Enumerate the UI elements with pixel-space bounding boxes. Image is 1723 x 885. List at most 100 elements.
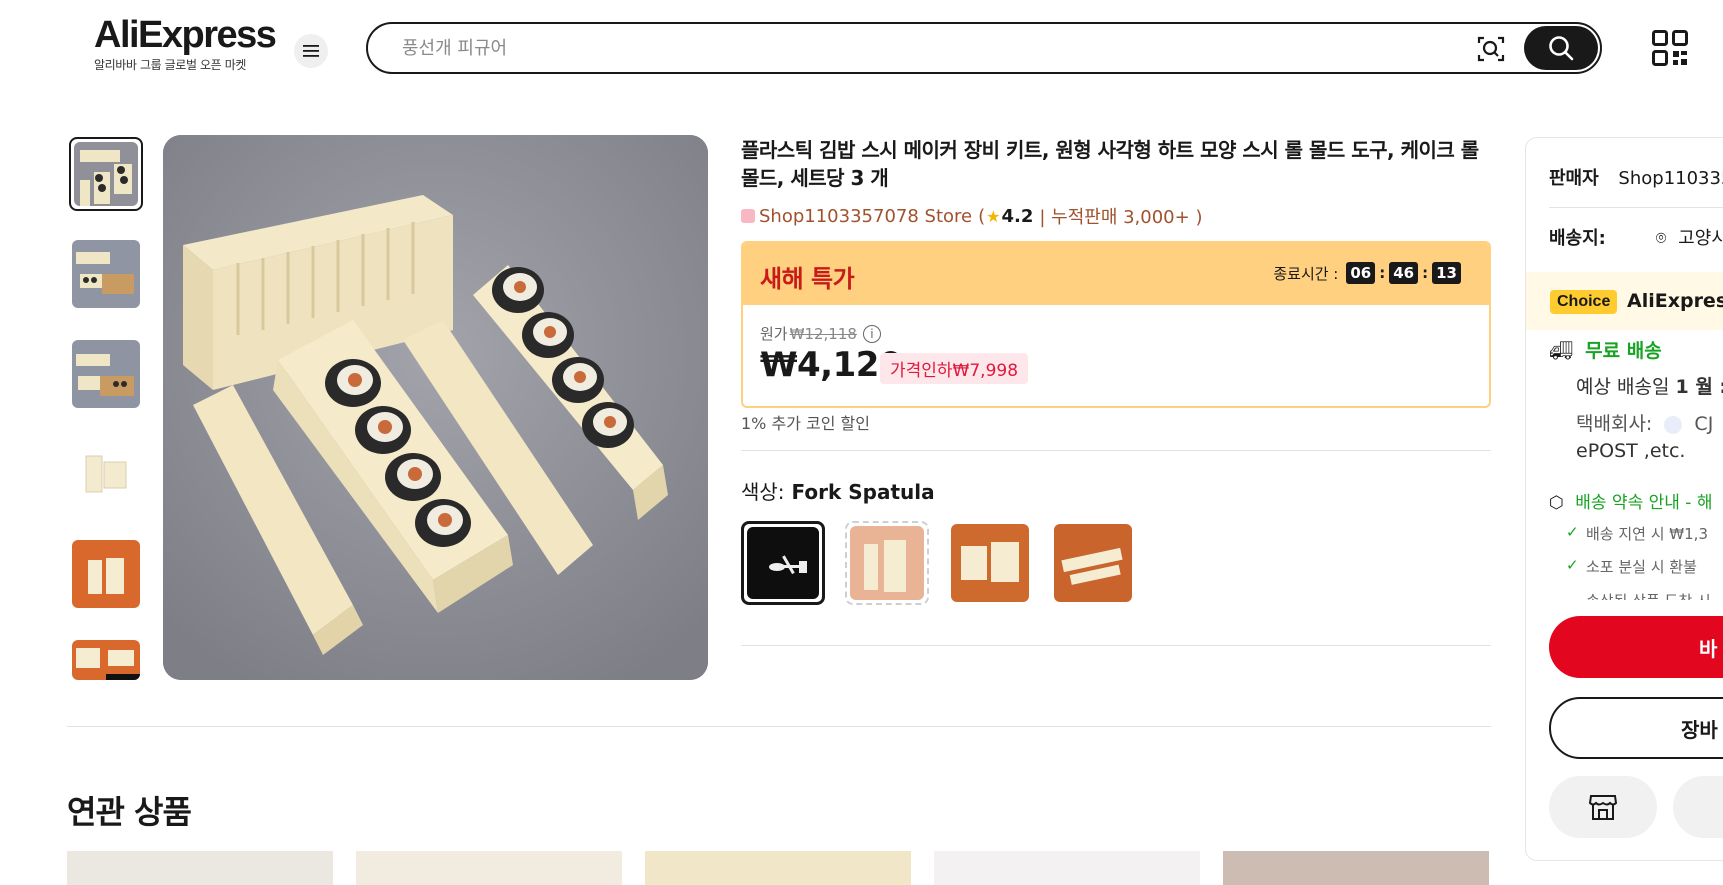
color-label-key: 색상: xyxy=(741,480,785,504)
timer-colon: : xyxy=(1379,264,1386,282)
gallery-thumb-6[interactable] xyxy=(69,637,143,680)
color-swatch-4[interactable] xyxy=(1051,521,1135,605)
search-input[interactable] xyxy=(402,34,1402,62)
logo-tagline: 알리바바 그룹 글로벌 오픈 마켓 xyxy=(94,58,246,72)
estimated-delivery-label: 예상 배송일 xyxy=(1576,376,1670,398)
store-name[interactable]: Shop1103357078 Store xyxy=(759,206,972,227)
choice-badge: Choice xyxy=(1550,290,1618,314)
main-product-image[interactable] xyxy=(163,135,708,680)
promise-item: 배송 지연 시 ₩1,3 xyxy=(1566,523,1708,544)
divider xyxy=(67,726,1491,727)
courier-row: 택배회사: CJ xyxy=(1576,409,1713,436)
timer-label: 종료시간 : xyxy=(1273,264,1339,283)
free-shipping-row: 🚚︎ 무료 배송 xyxy=(1549,336,1662,363)
delivery-promise-row[interactable]: ⬡ 배송 약속 안내 - 해 xyxy=(1549,488,1712,513)
courier-value: CJ xyxy=(1694,413,1714,435)
buy-now-button[interactable]: 바 xyxy=(1549,616,1723,678)
purchase-panel: 판매자 Shop110335 배송지: ⌾ 고양시 Choice AliExpr… xyxy=(1525,137,1723,861)
share-button[interactable] xyxy=(1673,776,1723,838)
courier-label: 택배회사: xyxy=(1576,413,1653,435)
timer-minutes: 46 xyxy=(1389,262,1419,284)
share-icon xyxy=(1713,793,1723,821)
store-icon xyxy=(1588,795,1618,820)
discount-badge: 가격인하₩7,998 xyxy=(880,353,1029,384)
location-pin-icon: ⌾ xyxy=(1655,228,1667,249)
free-shipping-label: 무료 배송 xyxy=(1585,340,1662,362)
info-icon[interactable]: i xyxy=(862,324,881,343)
star-icon: ★ xyxy=(986,206,1001,226)
camera-search-icon[interactable] xyxy=(1476,34,1506,64)
original-price-row: 원가 ₩12,118 i xyxy=(760,323,881,344)
product-thumb-image xyxy=(88,558,124,594)
gallery-thumb-5[interactable] xyxy=(69,537,143,611)
deal-box: 새해 특가 종료시간 : 06 : 46 : 13 원가 ₩12,118 i ₩… xyxy=(741,241,1491,408)
product-thumb-image xyxy=(80,150,132,206)
store-button[interactable] xyxy=(1549,776,1657,838)
deal-title: 새해 특가 xyxy=(760,265,855,293)
aliexpress-logo[interactable]: AliExpress 알리바바 그룹 글로벌 오픈 마켓 xyxy=(94,14,277,73)
color-swatch-fork-spatula[interactable] xyxy=(741,521,825,605)
store-rating: 4.2 xyxy=(1001,205,1034,227)
color-swatch-3[interactable] xyxy=(948,521,1032,605)
sushi-mold-photo xyxy=(163,135,708,680)
product-thumb-image xyxy=(76,252,134,294)
related-product-card[interactable] xyxy=(1223,851,1489,885)
timer-colon: : xyxy=(1422,264,1429,282)
color-selector-label: 색상: Fork Spatula xyxy=(741,476,935,505)
gallery-thumb-4[interactable] xyxy=(69,437,143,511)
seller-name[interactable]: Shop110335 xyxy=(1618,168,1723,189)
store-icon xyxy=(741,209,755,223)
store-info[interactable]: Shop1103357078 Store ( ★ 4.2 | 누적판매 3,00… xyxy=(741,203,1202,229)
color-label-value: Fork Spatula xyxy=(791,480,935,504)
divider xyxy=(1549,207,1723,208)
product-thumb-image xyxy=(76,354,134,396)
delivery-promise-label: 배송 약속 안내 - 해 xyxy=(1575,493,1713,513)
related-products-title: 연관 상품 xyxy=(67,793,192,831)
gallery-thumb-2[interactable] xyxy=(69,237,143,311)
seller-row: 판매자 Shop110335 xyxy=(1549,164,1723,190)
choice-brand: AliExpress xyxy=(1627,290,1723,312)
add-to-cart-button[interactable]: 장바 xyxy=(1549,697,1723,759)
truck-icon: 🚚︎ xyxy=(1549,340,1574,362)
ship-to-label: 배송지: xyxy=(1549,228,1606,249)
search-icon xyxy=(1549,36,1574,61)
courier-logo-icon xyxy=(1664,415,1683,434)
search-button[interactable] xyxy=(1524,26,1598,70)
original-price: ₩12,118 xyxy=(789,324,857,343)
promise-item: 손상된 상품 도착 시 xyxy=(1586,590,1711,600)
sold-count: | 누적판매 3,000+ ) xyxy=(1039,207,1203,228)
divider xyxy=(741,645,1491,646)
color-swatch-2[interactable] xyxy=(845,521,929,605)
qr-code-icon[interactable] xyxy=(1652,30,1688,66)
product-thumb-image xyxy=(76,648,140,680)
menu-button[interactable] xyxy=(294,34,328,68)
related-product-card[interactable] xyxy=(67,851,333,885)
logo-wordmark: AliExpress xyxy=(94,14,277,56)
coin-discount-note: 1% 추가 코인 할인 xyxy=(741,414,870,433)
estimated-delivery-value: 1 월 : xyxy=(1675,376,1723,398)
swatch-image xyxy=(1061,547,1123,585)
ship-to-value: 고양시 xyxy=(1678,228,1723,249)
related-product-card[interactable] xyxy=(934,851,1200,885)
divider xyxy=(741,450,1491,451)
store-paren-open: ( xyxy=(978,205,986,227)
deal-header: 새해 특가 종료시간 : 06 : 46 : 13 xyxy=(743,243,1489,305)
related-product-card[interactable] xyxy=(356,851,622,885)
promise-item: 소포 분실 시 환불 xyxy=(1566,556,1697,577)
ship-to-row[interactable]: 배송지: ⌾ 고양시 xyxy=(1549,224,1723,250)
product-thumb-image xyxy=(85,455,127,493)
related-product-card[interactable] xyxy=(645,851,911,885)
timer-hours: 06 xyxy=(1346,262,1376,284)
gallery-thumb-1[interactable] xyxy=(69,137,143,211)
fork-spatula-image xyxy=(769,555,807,575)
menu-icon xyxy=(303,45,319,57)
estimated-delivery-row: 예상 배송일 1 월 : xyxy=(1576,372,1723,399)
courier-more: ePOST ,etc. xyxy=(1576,440,1686,462)
swatch-image xyxy=(864,540,906,592)
shield-icon: ⬡ xyxy=(1549,493,1564,513)
swatch-image xyxy=(961,542,1019,582)
original-price-label: 원가 xyxy=(760,325,788,343)
gallery-thumb-3[interactable] xyxy=(69,337,143,411)
seller-label: 판매자 xyxy=(1549,168,1599,189)
timer-seconds: 13 xyxy=(1432,262,1461,284)
